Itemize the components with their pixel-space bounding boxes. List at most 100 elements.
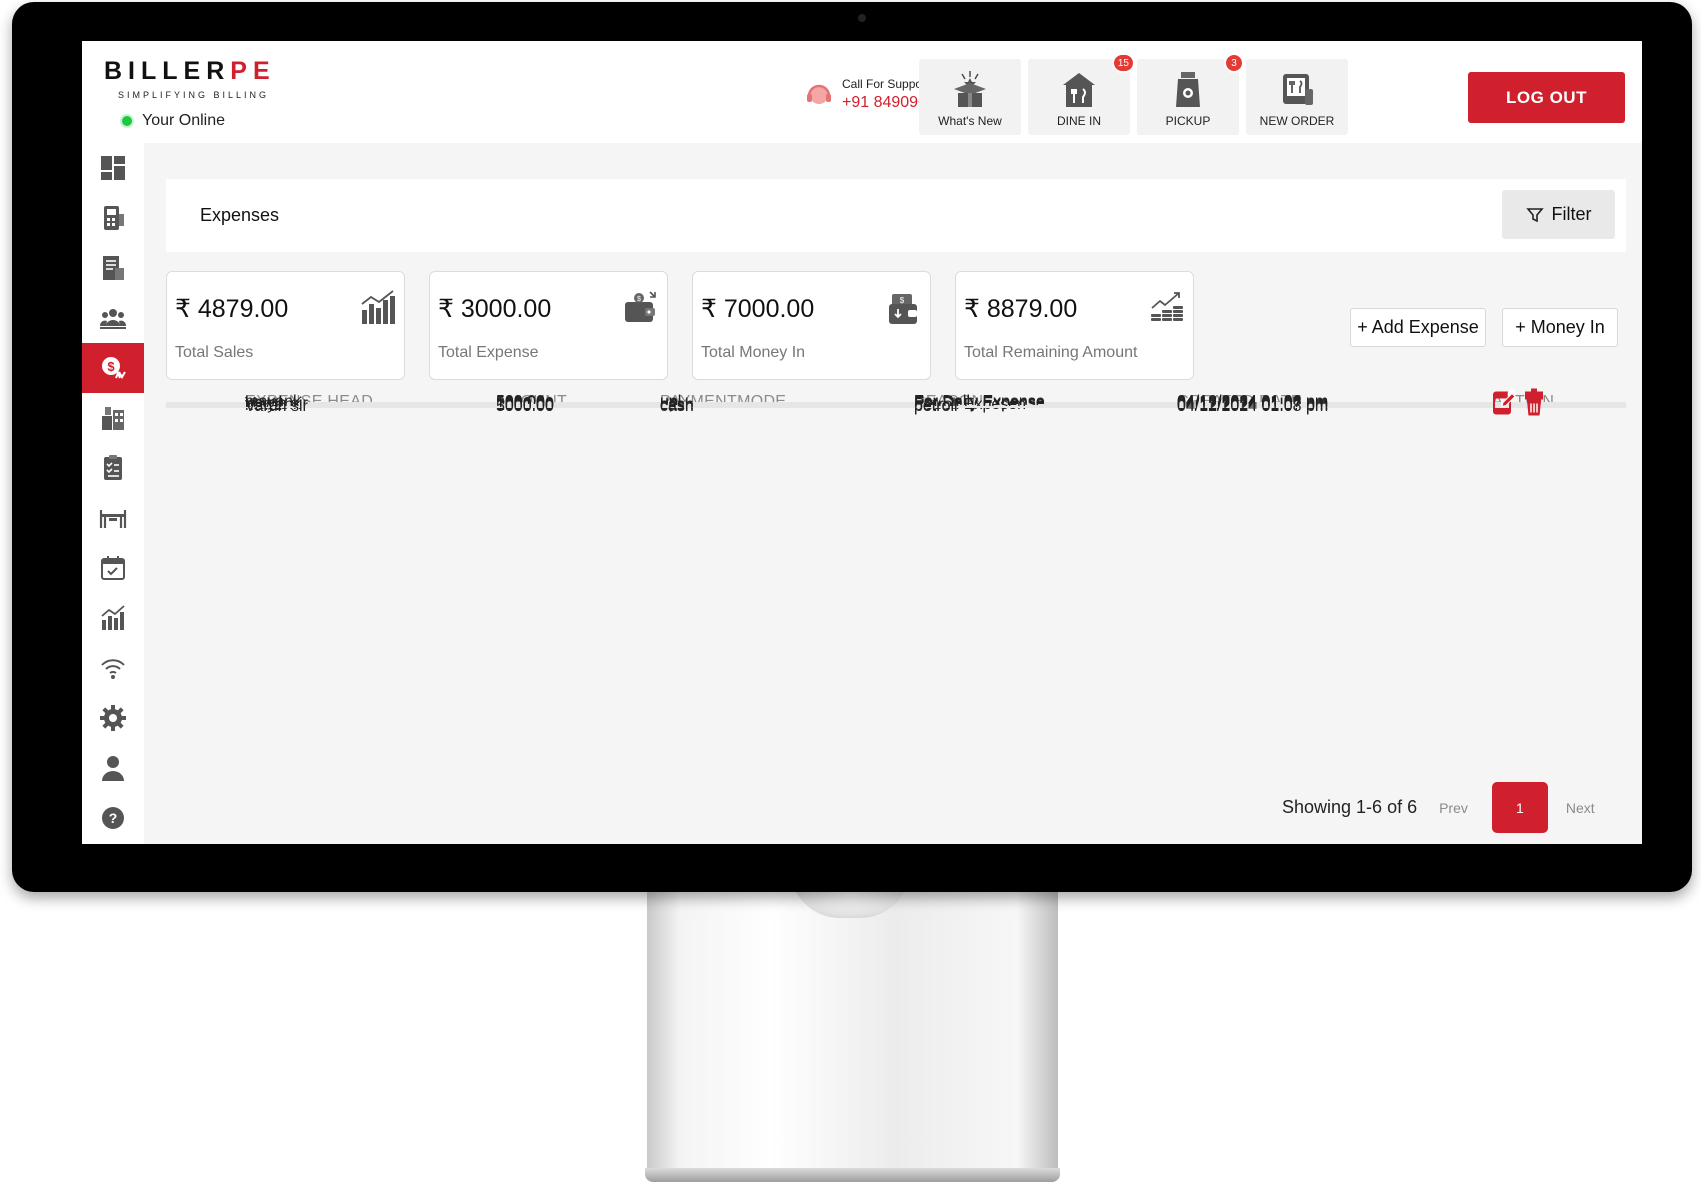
sidebar-item-inventory[interactable] bbox=[82, 393, 144, 443]
logo-text-biller: BILLER bbox=[104, 57, 231, 85]
wifi-icon bbox=[101, 659, 125, 679]
sidebar-item-reports[interactable] bbox=[82, 593, 144, 643]
brand-logo[interactable]: BILLERPE SIMPLIFYING BILLING bbox=[104, 57, 276, 100]
svg-text:$: $ bbox=[637, 296, 641, 303]
svg-text:$: $ bbox=[900, 296, 905, 305]
sidebar-item-invoices[interactable] bbox=[82, 243, 144, 293]
card-label: Total Expense bbox=[438, 344, 539, 361]
monitor-stand-base bbox=[645, 1168, 1060, 1182]
dine-in-icon bbox=[1063, 73, 1095, 107]
prev-page-button[interactable]: Prev bbox=[1439, 800, 1468, 816]
tables-icon bbox=[99, 510, 127, 528]
money-in-button[interactable]: + Money In bbox=[1502, 308, 1618, 347]
edit-button[interactable] bbox=[1492, 392, 1516, 422]
money-in-icon: $ bbox=[889, 294, 917, 324]
top-header: BILLERPE SIMPLIFYING BILLING Your Online… bbox=[82, 41, 1642, 143]
sidebar-nav: $ ? bbox=[82, 143, 144, 844]
summary-card-total-remaining: ₹ 8879.00 Total Remaining Amount bbox=[955, 271, 1194, 380]
delete-icon[interactable] bbox=[1522, 393, 1546, 417]
camera-dot bbox=[858, 14, 866, 22]
dine-in-button[interactable]: DINE IN 15 bbox=[1028, 53, 1135, 135]
dine-in-label: DINE IN bbox=[1056, 114, 1101, 128]
sidebar-item-calendar[interactable] bbox=[82, 543, 144, 593]
logout-button[interactable]: LOG OUT bbox=[1468, 72, 1625, 123]
delete-button[interactable] bbox=[1522, 393, 1546, 422]
filter-label: Filter bbox=[1551, 204, 1592, 224]
svg-text:$: $ bbox=[107, 359, 115, 374]
reports-icon bbox=[101, 605, 125, 630]
coins-growth-icon bbox=[1151, 292, 1183, 321]
sidebar-item-expenses[interactable]: $ bbox=[82, 343, 144, 393]
sidebar-item-tasks[interactable] bbox=[82, 443, 144, 493]
sales-chart-icon bbox=[361, 290, 395, 324]
add-expense-button[interactable]: + Add Expense bbox=[1350, 308, 1486, 347]
checklist-icon bbox=[104, 455, 122, 480]
card-label: Total Remaining Amount bbox=[964, 344, 1138, 361]
card-value: ₹ 7000.00 bbox=[701, 295, 815, 323]
invoice-icon bbox=[103, 256, 124, 280]
card-label: Total Money In bbox=[701, 344, 806, 361]
user-icon bbox=[102, 756, 124, 781]
dashboard-icon bbox=[101, 156, 125, 180]
table-body: mayank 500.00 upi For Daily Expense 04/12/20… bbox=[166, 387, 1626, 416]
sidebar-item-dashboard[interactable] bbox=[82, 143, 144, 193]
monitor-bezel: BILLERPE SIMPLIFYING BILLING Your Online… bbox=[12, 2, 1692, 892]
summary-card-total-sales: ₹ 4879.00 Total Sales bbox=[166, 271, 405, 380]
help-icon: ? bbox=[102, 807, 124, 829]
whats-new-label: What's New bbox=[938, 114, 1002, 128]
sidebar-item-help[interactable]: ? bbox=[82, 793, 144, 843]
sidebar-item-profile[interactable] bbox=[82, 743, 144, 793]
cell-amount: 5000.00 bbox=[496, 398, 554, 415]
expenses-icon: $ bbox=[102, 357, 126, 379]
table-row: Varun sir 5000.00 cash petroll 04/12/2024 01… bbox=[166, 392, 1626, 416]
next-page-button[interactable]: Next bbox=[1566, 800, 1595, 816]
svg-text:?: ? bbox=[109, 810, 118, 826]
page-title-bar: Expenses Filter bbox=[166, 179, 1626, 252]
card-label: Total Sales bbox=[175, 344, 254, 361]
online-dot-icon bbox=[120, 114, 134, 128]
row-actions bbox=[1492, 392, 1546, 422]
calendar-icon bbox=[101, 556, 125, 580]
app-screen: BILLERPE SIMPLIFYING BILLING Your Online… bbox=[82, 41, 1642, 844]
card-value: ₹ 3000.00 bbox=[438, 295, 552, 323]
online-status: Your Online bbox=[120, 112, 225, 130]
sidebar-item-settings[interactable] bbox=[82, 693, 144, 743]
sidebar-item-billing[interactable] bbox=[82, 193, 144, 243]
pagination: Showing 1-6 of 6 Prev 1 Next bbox=[1282, 782, 1595, 833]
pagination-info: Showing 1-6 of 6 bbox=[1282, 797, 1418, 817]
wallet-icon: $ bbox=[625, 291, 656, 322]
pos-terminal-icon bbox=[104, 206, 124, 230]
sidebar-item-tables[interactable] bbox=[82, 493, 144, 543]
summary-card-total-expense: ₹ 3000.00 Total Expense $ bbox=[429, 271, 668, 380]
filter-icon bbox=[1525, 207, 1544, 222]
edit-icon[interactable] bbox=[1492, 392, 1516, 417]
pickup-count-badge: 3 bbox=[1224, 53, 1244, 73]
online-status-label: Your Online bbox=[142, 112, 226, 129]
cell-created-date: 04/12/2024 01:08 pm bbox=[1177, 398, 1329, 415]
filter-button[interactable]: Filter bbox=[1502, 190, 1615, 239]
sidebar-item-customers[interactable] bbox=[82, 293, 144, 343]
logo-tagline: SIMPLIFYING BILLING bbox=[118, 90, 270, 100]
dine-in-count-badge: 15 bbox=[1111, 53, 1135, 73]
logo-text-pe: PE bbox=[230, 57, 276, 85]
new-order-button[interactable]: NEW ORDER bbox=[1246, 59, 1348, 135]
pickup-bag-icon bbox=[1176, 72, 1200, 107]
customers-icon bbox=[99, 309, 127, 329]
settings-icon bbox=[100, 705, 126, 731]
gift-box-icon bbox=[954, 71, 986, 107]
inventory-icon bbox=[102, 407, 124, 430]
sidebar-item-online[interactable] bbox=[82, 643, 144, 693]
card-value: ₹ 4879.00 bbox=[175, 295, 289, 323]
new-order-label: NEW ORDER bbox=[1259, 114, 1335, 128]
cell-expense-head: Varun sir bbox=[245, 398, 308, 415]
monitor-stand bbox=[647, 880, 1058, 1180]
page-1-button[interactable]: 1 bbox=[1491, 782, 1548, 833]
expenses-table: EXPENSE HEAD AMOUNT PAYMENTMODE REASON C… bbox=[166, 387, 1626, 416]
summary-card-total-money-in: ₹ 7000.00 Total Money In $ bbox=[692, 271, 931, 380]
whats-new-button[interactable]: What's New bbox=[919, 59, 1021, 135]
pickup-button[interactable]: PICKUP 3 bbox=[1137, 53, 1244, 135]
cell-reason: petroll bbox=[914, 398, 958, 415]
pickup-label: PICKUP bbox=[1165, 114, 1211, 128]
page-title: Expenses bbox=[200, 205, 280, 225]
headset-icon bbox=[807, 84, 831, 104]
